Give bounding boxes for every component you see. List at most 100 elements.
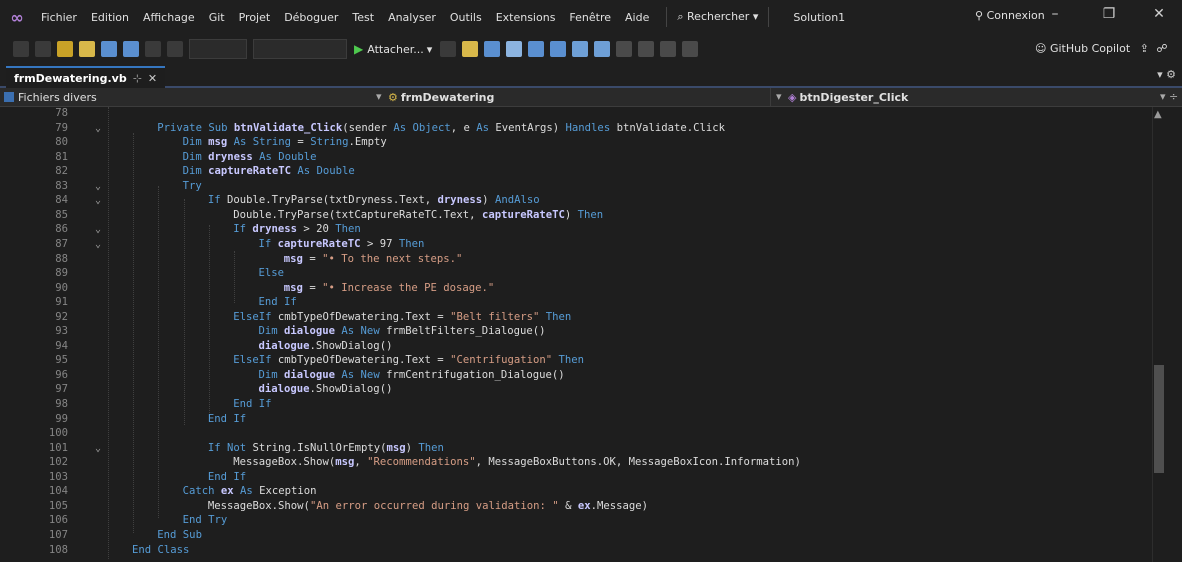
search-box[interactable]: ⌕ Rechercher ▾	[666, 7, 770, 27]
account-button[interactable]: ⚲ Connexion	[975, 9, 1045, 22]
new-project-icon[interactable]	[57, 41, 73, 57]
code-line[interactable]: 103 End If	[0, 471, 1140, 484]
code-line[interactable]: 93 Dim dialogue As New frmBeltFilters_Dia…	[0, 325, 1140, 338]
code-token: "An error occurred during validation: "	[309, 499, 559, 512]
bookmark-prev-icon[interactable]	[638, 41, 655, 57]
share-icon[interactable]: ⇪	[1140, 42, 1149, 55]
menu-test[interactable]: Test	[345, 11, 381, 24]
redo-icon[interactable]	[167, 41, 183, 57]
code-line[interactable]: 85 Double.TryParse(txtCaptureRateTC.Text,…	[0, 209, 1140, 222]
scrollbar-thumb[interactable]	[1154, 365, 1164, 473]
code-line[interactable]: 96 Dim dialogue As New frmCentrifugation_…	[0, 369, 1140, 382]
comment-icon[interactable]	[528, 41, 545, 57]
code-line[interactable]: 100	[0, 427, 1140, 440]
class-combo[interactable]: ⚙ frmDewatering	[388, 89, 494, 105]
save-icon[interactable]	[101, 41, 117, 57]
code-line[interactable]: 78	[0, 107, 1140, 120]
save-all-icon[interactable]	[123, 41, 139, 57]
menu-fichier[interactable]: Fichier	[34, 11, 84, 24]
code-line[interactable]: 97 dialogue.ShowDialog()	[0, 383, 1140, 396]
code-line[interactable]: 91 End If	[0, 296, 1140, 309]
code-line[interactable]: 88 msg = "• To the next steps."	[0, 253, 1140, 266]
split-editor-icon[interactable]: ▾ ÷	[1160, 90, 1178, 103]
menu-git[interactable]: Git	[202, 11, 232, 24]
code-line[interactable]: 94 dialogue.ShowDialog()	[0, 340, 1140, 353]
menu-analyser[interactable]: Analyser	[381, 11, 443, 24]
code-line[interactable]: 89 Else	[0, 267, 1140, 280]
code-line[interactable]: 82 Dim captureRateTC As Double	[0, 165, 1140, 178]
forward-icon[interactable]	[35, 41, 51, 57]
code-token: Then	[577, 208, 604, 221]
code-line[interactable]: 84 ⌄ If Double.TryParse(txtDryness.Text, d…	[0, 194, 1140, 207]
github-copilot-button[interactable]: ☺ GitHub Copilot ⇪ ☍	[1035, 42, 1168, 55]
member-combo[interactable]: ◈ btnDigester_Click	[788, 89, 908, 105]
visual-studio-logo-icon[interactable]: ∞	[0, 0, 34, 34]
menu-outils[interactable]: Outils	[443, 11, 489, 24]
restore-button[interactable]: ❐	[1094, 6, 1124, 22]
fold-chevron-icon[interactable]: ⌄	[95, 442, 101, 455]
line-number: 96	[55, 368, 68, 381]
window-icon[interactable]	[484, 41, 501, 57]
code-line[interactable]: 98 End If	[0, 398, 1140, 411]
outdent-icon[interactable]	[594, 41, 611, 57]
fold-chevron-icon[interactable]: ⌄	[95, 180, 101, 193]
pin-icon[interactable]: ⊹	[133, 72, 142, 85]
undo-icon[interactable]	[145, 41, 161, 57]
code-line[interactable]: 108 End Class	[0, 544, 1140, 557]
play-outline-icon[interactable]	[440, 41, 457, 57]
code-line[interactable]: 107 End Sub	[0, 529, 1140, 542]
code-line[interactable]: 81 Dim dryness As Double	[0, 151, 1140, 164]
code-line[interactable]: 95 ElseIf cmbTypeOfDewatering.Text = "Cen…	[0, 354, 1140, 367]
menu-deboguer[interactable]: Déboguer	[277, 11, 345, 24]
code-token: > 97	[360, 237, 399, 250]
code-line[interactable]: 99 End If	[0, 413, 1140, 426]
menu-extensions[interactable]: Extensions	[489, 11, 563, 24]
browser-icon[interactable]	[462, 41, 479, 57]
code-line[interactable]: 90 msg = "• Increase the PE dosage."	[0, 282, 1140, 295]
indent-icon[interactable]	[572, 41, 589, 57]
code-token: cmbTypeOfDewatering.Text =	[277, 310, 451, 323]
minimize-button[interactable]: –	[1040, 6, 1070, 22]
code-line[interactable]: 104 Catch ex As Exception	[0, 485, 1140, 498]
menu-affichage[interactable]: Affichage	[136, 11, 202, 24]
code-line[interactable]: 105 MessageBox.Show("An error occurred du…	[0, 500, 1140, 513]
vertical-scrollbar[interactable]	[1152, 107, 1167, 562]
bookmark-next-icon[interactable]	[660, 41, 677, 57]
menu-edition[interactable]: Edition	[84, 11, 136, 24]
fold-chevron-icon[interactable]: ⌄	[95, 223, 101, 236]
fold-chevron-icon[interactable]: ⌄	[95, 238, 101, 251]
open-folder-icon[interactable]	[79, 41, 95, 57]
close-tab-icon[interactable]: ✕	[148, 72, 157, 85]
attach-button[interactable]: ▶ Attacher... ▾	[354, 42, 432, 56]
uncomment-icon[interactable]	[550, 41, 567, 57]
project-combo[interactable]: Fichiers divers	[4, 89, 97, 105]
menu-fenetre[interactable]: Fenêtre	[562, 11, 618, 24]
code-line[interactable]: 106 End Try	[0, 514, 1140, 527]
bookmark-clear-icon[interactable]	[682, 41, 699, 57]
code-line[interactable]: 79 ⌄ Private Sub btnValidate_Click(sender …	[0, 122, 1140, 135]
code-line[interactable]: 87 ⌄ If captureRateTC > 97 Then	[0, 238, 1140, 251]
code-line[interactable]: 86 ⌄ If dryness > 20 Then	[0, 223, 1140, 236]
spellcheck-icon[interactable]	[506, 41, 523, 57]
code-line[interactable]: 102 MessageBox.Show(msg, "Recommendations…	[0, 456, 1140, 469]
fold-chevron-icon[interactable]: ⌄	[95, 194, 101, 207]
menu-projet[interactable]: Projet	[232, 11, 278, 24]
code-line[interactable]: 83 ⌄ Try	[0, 180, 1140, 193]
menu-aide[interactable]: Aide	[618, 11, 656, 24]
bookmark-icon[interactable]	[616, 41, 633, 57]
code-token: Try	[182, 179, 202, 192]
back-icon[interactable]	[13, 41, 29, 57]
tab-list-dropdown-icon[interactable]: ▾ ⚙	[1157, 68, 1176, 81]
feedback-icon[interactable]: ☍	[1156, 42, 1167, 55]
close-window-button[interactable]: ✕	[1144, 6, 1174, 22]
scroll-up-icon[interactable]: ▲	[1154, 109, 1162, 120]
platform-combo[interactable]	[253, 39, 347, 59]
code-line[interactable]: 80 Dim msg As String = String.Empty	[0, 136, 1140, 149]
line-number: 100	[48, 427, 68, 440]
configuration-combo[interactable]	[189, 39, 247, 59]
tab-frmdewatering[interactable]: frmDewatering.vb ⊹ ✕	[6, 66, 166, 88]
code-line[interactable]: 101 ⌄ If Not String.IsNullOrEmpty(msg) The…	[0, 442, 1140, 455]
fold-chevron-icon[interactable]: ⌄	[95, 122, 101, 135]
code-line[interactable]: 92 ElseIf cmbTypeOfDewatering.Text = "Bel…	[0, 311, 1140, 324]
code-editor[interactable]: ▲ 78 79 ⌄ Private Sub btnValidate_Click(sen…	[0, 107, 1182, 562]
